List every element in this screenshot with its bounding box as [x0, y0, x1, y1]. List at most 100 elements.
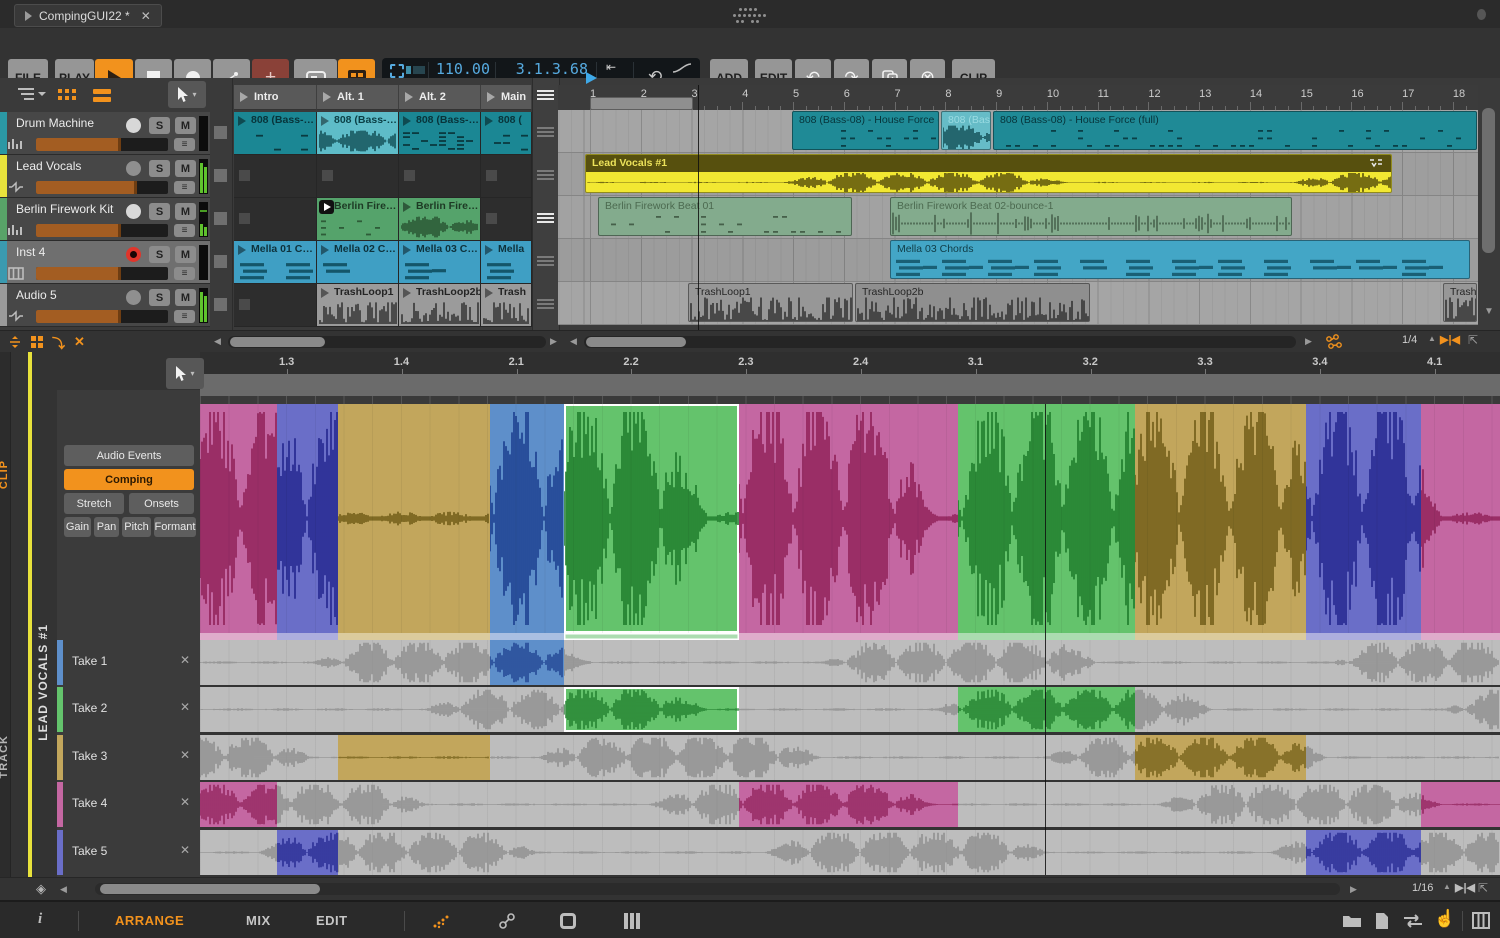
- snap-toggle-icon[interactable]: ▶|◀: [1440, 333, 1460, 346]
- take-comp-region[interactable]: [338, 735, 490, 780]
- track-menu-button[interactable]: ≡: [174, 181, 195, 194]
- comp-segment[interactable]: [1135, 404, 1306, 633]
- comp-segment[interactable]: [1421, 404, 1500, 633]
- comp-strip-segment[interactable]: [277, 633, 338, 640]
- take-comp-region[interactable]: [1306, 830, 1421, 875]
- pan-button[interactable]: Pan: [94, 517, 119, 537]
- clip-slot[interactable]: Trash: [481, 284, 532, 327]
- comp-segment[interactable]: [277, 404, 338, 633]
- mute-button[interactable]: M: [175, 289, 196, 306]
- scene-row-icon[interactable]: [537, 170, 554, 182]
- record-arm-button[interactable]: [126, 247, 141, 262]
- arrangement-clip[interactable]: 808 (Bas: [941, 111, 991, 150]
- launcher-grid-icon[interactable]: [58, 87, 77, 103]
- comping-button[interactable]: Comping: [64, 469, 194, 490]
- comp-segment[interactable]: [338, 404, 490, 633]
- zoom-to-fit-icon[interactable]: ⇱: [1478, 881, 1488, 895]
- clip-slot[interactable]: 808 (Bass-…: [317, 112, 399, 155]
- arranger-grid-value[interactable]: 1/4: [1402, 334, 1417, 346]
- tab-track[interactable]: TRACK: [0, 735, 10, 779]
- arranger-hscroll-thumb[interactable]: [586, 337, 686, 347]
- stop-clips-button[interactable]: [214, 298, 227, 311]
- comp-strip-segment[interactable]: [739, 633, 958, 640]
- comp-strip-segment[interactable]: [490, 633, 564, 640]
- arrangement-clip[interactable]: Lead Vocals #1: [585, 154, 1392, 193]
- scene-header-main[interactable]: Main: [481, 85, 532, 110]
- clip-ruler[interactable]: 1.31.42.12.22.32.43.13.23.33.44.1: [200, 352, 1500, 374]
- dual-view-icon[interactable]: [432, 913, 452, 929]
- clip-scroll-right-icon[interactable]: ▶: [1350, 884, 1357, 895]
- scene-row-icon[interactable]: [537, 213, 554, 225]
- track-header[interactable]: Lead VocalsSM≡: [0, 155, 210, 198]
- mute-button[interactable]: M: [175, 117, 196, 134]
- touch-mode-icon[interactable]: ☝: [1434, 909, 1455, 929]
- track-header[interactable]: Audio 5SM≡: [0, 284, 210, 327]
- delete-take-icon[interactable]: ✕: [180, 653, 190, 667]
- take-label-2[interactable]: Take 2✕: [57, 687, 200, 732]
- clip-slot[interactable]: Mella: [481, 241, 532, 284]
- comp-strip-segment[interactable]: [1135, 633, 1306, 640]
- position-value[interactable]: 3.1.3.68: [516, 60, 588, 79]
- scene-row-icon[interactable]: [537, 256, 554, 268]
- scene-row-icon[interactable]: [537, 299, 554, 311]
- empty-clip-slot[interactable]: [317, 155, 399, 198]
- onsets-button[interactable]: Onsets: [129, 493, 194, 514]
- stop-clips-button[interactable]: [214, 255, 227, 268]
- track-header[interactable]: Drum MachineSM≡: [0, 112, 210, 155]
- volume-slider[interactable]: [36, 138, 168, 151]
- track-name[interactable]: Drum Machine: [16, 116, 94, 130]
- comp-editor-area[interactable]: [200, 404, 1500, 633]
- scene-play-icon[interactable]: [323, 92, 331, 102]
- arranger-pointer-tool-button[interactable]: ▾: [168, 81, 206, 108]
- volume-slider[interactable]: [36, 310, 168, 323]
- empty-clip-slot[interactable]: [481, 198, 532, 241]
- panel-layout-icon[interactable]: [624, 913, 642, 929]
- comp-strip-segment[interactable]: [958, 633, 1135, 640]
- arrangement-clip[interactable]: TrashLoop1: [1443, 283, 1477, 322]
- stop-clips-button[interactable]: [214, 126, 227, 139]
- clip-slot[interactable]: TrashLoop1: [317, 284, 399, 327]
- stop-clips-button[interactable]: [214, 212, 227, 225]
- take-row-1[interactable]: [200, 640, 1500, 685]
- close-icon[interactable]: ✕: [141, 9, 151, 23]
- vscroll-thumb[interactable]: [1482, 108, 1495, 253]
- volume-slider[interactable]: [36, 181, 168, 194]
- comp-segment[interactable]: [200, 404, 277, 633]
- scene-row-icon[interactable]: [537, 127, 554, 139]
- arrangement-clip[interactable]: TrashLoop2b: [855, 283, 1090, 322]
- arranger-scroll-left-icon[interactable]: ◀: [570, 336, 577, 347]
- comp-strip-segment[interactable]: [564, 633, 739, 640]
- clip-hscroll-thumb[interactable]: [100, 884, 320, 894]
- comp-strip-segment[interactable]: [338, 633, 490, 640]
- take-comp-region[interactable]: [958, 687, 1135, 732]
- tab-arrange[interactable]: ARRANGE: [115, 913, 184, 928]
- track-menu-button[interactable]: ≡: [174, 138, 195, 151]
- audio-events-button[interactable]: Audio Events: [64, 445, 194, 466]
- clip-pointer-tool-button[interactable]: ▾: [166, 358, 204, 389]
- bitwig-logo-icon[interactable]: [733, 5, 769, 23]
- single-window-icon[interactable]: [560, 913, 576, 929]
- clip-slot[interactable]: Mella 01 C…: [234, 241, 317, 284]
- empty-clip-slot[interactable]: [234, 198, 317, 241]
- clip-slot[interactable]: TrashLoop2b: [399, 284, 481, 327]
- pitch-button[interactable]: Pitch: [122, 517, 151, 537]
- volume-slider[interactable]: [36, 267, 168, 280]
- gain-button[interactable]: Gain: [64, 517, 91, 537]
- take-label-5[interactable]: Take 5✕: [57, 830, 200, 875]
- clip-slot[interactable]: Mella 03 C…: [399, 241, 481, 284]
- delete-take-icon[interactable]: ✕: [180, 795, 190, 809]
- clip-slot[interactable]: 808 (: [481, 112, 532, 155]
- launcher-scroll-left-icon[interactable]: ◀: [214, 336, 221, 347]
- track-list-menu-icon[interactable]: [16, 86, 46, 104]
- arranger-hscrollbar[interactable]: [584, 336, 1296, 348]
- solo-button[interactable]: S: [149, 160, 170, 177]
- layered-editing-icon[interactable]: [30, 335, 44, 349]
- insert-marker-icon[interactable]: ⤵: [52, 333, 65, 352]
- arrangement-clip[interactable]: 808 (Bass-08) - House Force (full): [993, 111, 1477, 150]
- scroll-down-icon[interactable]: ▼: [1484, 306, 1494, 317]
- take-comp-region[interactable]: [564, 687, 739, 732]
- take-row-3[interactable]: [200, 735, 1500, 780]
- arrangement-clip[interactable]: TrashLoop1: [688, 283, 853, 322]
- track-name[interactable]: Inst 4: [16, 245, 45, 259]
- piano-keys-icon[interactable]: [1472, 912, 1490, 929]
